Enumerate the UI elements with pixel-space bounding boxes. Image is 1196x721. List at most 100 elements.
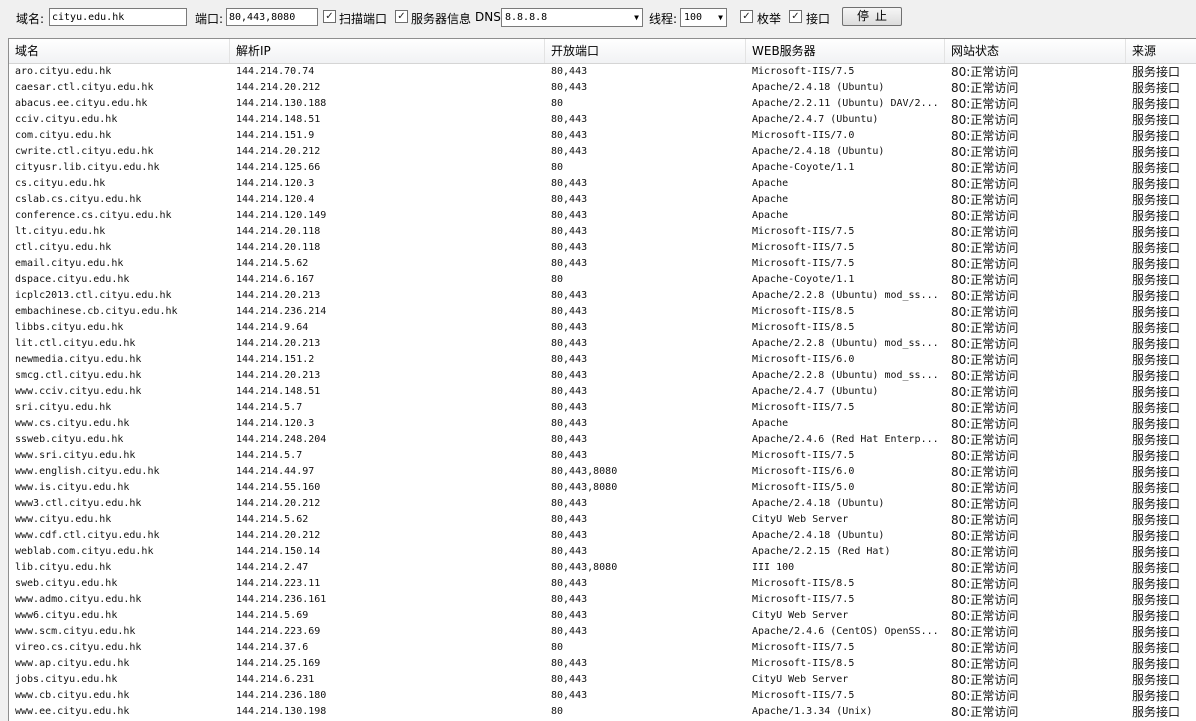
cell-status: 80:正常访问 [951,81,1019,95]
table-row[interactable]: weblab.com.cityu.edu.hk 144.214.150.14 80,… [9,544,1196,560]
table-row[interactable]: www.english.cityu.edu.hk 144.214.44.97 80,… [9,464,1196,480]
cell-ip: 144.214.5.62 [236,514,309,525]
server-info-checkbox[interactable]: ✓ [395,10,408,23]
table-row[interactable]: www.scm.cityu.edu.hk 144.214.223.69 80,443… [9,624,1196,640]
cell-ip: 144.214.5.7 [236,402,303,413]
cell-source: 服务接口 [1132,353,1181,367]
table-row[interactable]: sri.cityu.edu.hk 144.214.5.7 80,443 Microso… [9,400,1196,416]
column-header-web-server[interactable]: WEB服务器 [746,39,945,63]
cell-ip: 144.214.148.51 [236,386,321,397]
table-row[interactable]: newmedia.cityu.edu.hk 144.214.151.2 80,443… [9,352,1196,368]
cell-status: 80:正常访问 [951,593,1019,607]
cell-ip: 144.214.150.14 [236,546,321,557]
table-row[interactable]: www.cityu.edu.hk 144.214.5.62 80,443 CityU … [9,512,1196,528]
cell-web-server: Microsoft-IIS/7.5 [752,450,855,461]
table-row[interactable]: www3.ctl.cityu.edu.hk 144.214.20.212 80,44… [9,496,1196,512]
table-row[interactable]: www.cdf.ctl.cityu.edu.hk 144.214.20.212 80… [9,528,1196,544]
scan-ports-checkbox[interactable]: ✓ [323,10,336,23]
cell-status: 80:正常访问 [951,385,1019,399]
table-row[interactable]: lt.cityu.edu.hk 144.214.20.118 80,443 Micro… [9,224,1196,240]
domain-input[interactable] [49,8,187,26]
cell-status: 80:正常访问 [951,465,1019,479]
table-row[interactable]: dspace.cityu.edu.hk 144.214.6.167 80 Apache… [9,272,1196,288]
cell-web-server: CityU Web Server [752,610,849,621]
table-row[interactable]: ssweb.cityu.edu.hk 144.214.248.204 80,443 A… [9,432,1196,448]
table-row[interactable]: www.admo.cityu.edu.hk 144.214.236.161 80,4… [9,592,1196,608]
column-header-ports[interactable]: 开放端口 [545,39,746,63]
table-row[interactable]: cwrite.ctl.cityu.edu.hk 144.214.20.212 80,… [9,144,1196,160]
threads-select[interactable]: 100 ▼ [680,8,727,27]
table-row[interactable]: lib.cityu.edu.hk 144.214.2.47 80,443,8080 I… [9,560,1196,576]
table-row[interactable]: ctl.cityu.edu.hk 144.214.20.118 80,443 Micr… [9,240,1196,256]
cell-status: 80:正常访问 [951,241,1019,255]
table-row[interactable]: libbs.cityu.edu.hk 144.214.9.64 80,443 Micr… [9,320,1196,336]
cell-web-server: Apache/2.2.8 (Ubuntu) mod_ss... [752,290,939,301]
table-row[interactable]: sweb.cityu.edu.hk 144.214.223.11 80,443 Mic… [9,576,1196,592]
cell-source: 服务接口 [1132,593,1181,607]
table-row[interactable]: www.cb.cityu.edu.hk 144.214.236.180 80,443… [9,688,1196,704]
cell-domain: www.is.cityu.edu.hk [15,482,130,493]
table-row[interactable]: email.cityu.edu.hk 144.214.5.62 80,443 Micr… [9,256,1196,272]
cell-web-server: CityU Web Server [752,514,849,525]
cell-ports: 80,443 [551,386,588,397]
cell-web-server: Apache/2.2.15 (Red Hat) [752,546,891,557]
table-row[interactable]: smcg.ctl.cityu.edu.hk 144.214.20.213 80,44… [9,368,1196,384]
cell-web-server: Apache/2.2.11 (Ubuntu) DAV/2... [752,98,939,109]
cell-ports: 80,443 [551,370,588,381]
table-row[interactable]: www.is.cityu.edu.hk 144.214.55.160 80,443,… [9,480,1196,496]
table-row[interactable]: com.cityu.edu.hk 144.214.151.9 80,443 Micro… [9,128,1196,144]
table-row[interactable]: cslab.cs.cityu.edu.hk 144.214.120.4 80,443… [9,192,1196,208]
table-row[interactable]: www6.cityu.edu.hk 144.214.5.69 80,443 CityU… [9,608,1196,624]
column-header-domain[interactable]: 域名 [9,39,230,63]
cell-web-server: Microsoft-IIS/5.0 [752,482,855,493]
cell-domain: lib.cityu.edu.hk [15,562,112,573]
table-row[interactable]: abacus.ee.cityu.edu.hk 144.214.130.188 80 A… [9,96,1196,112]
cell-ip: 144.214.5.69 [236,610,309,621]
cell-domain: www.cciv.cityu.edu.hk [15,386,142,397]
table-row[interactable]: lit.ctl.cityu.edu.hk 144.214.20.213 80,443… [9,336,1196,352]
cell-source: 服务接口 [1132,97,1181,111]
threads-label: 线程: [649,12,678,26]
cell-status: 80:正常访问 [951,609,1019,623]
table-row[interactable]: conference.cs.cityu.edu.hk 144.214.120.14… [9,208,1196,224]
table-row[interactable]: www.cciv.cityu.edu.hk 144.214.148.51 80,44… [9,384,1196,400]
cell-source: 服务接口 [1132,513,1181,527]
stop-button[interactable]: 停止 [842,7,902,26]
api-checkbox[interactable]: ✓ [789,10,802,23]
column-header-ip[interactable]: 解析IP [230,39,545,63]
enum-checkbox[interactable]: ✓ [740,10,753,23]
column-header-status[interactable]: 网站状态 [945,39,1126,63]
table-row[interactable]: www.ee.cityu.edu.hk 144.214.130.198 80 Apac… [9,704,1196,720]
column-header-source[interactable]: 来源 [1126,39,1196,63]
cell-source: 服务接口 [1132,81,1181,95]
table-row[interactable]: www.cs.cityu.edu.hk 144.214.120.3 80,443 Ap… [9,416,1196,432]
cell-domain: www3.ctl.cityu.edu.hk [15,498,142,509]
table-row[interactable]: cciv.cityu.edu.hk 144.214.148.51 80,443 Apa… [9,112,1196,128]
table-row[interactable]: vireo.cs.cityu.edu.hk 144.214.37.6 80 Micro… [9,640,1196,656]
cell-source: 服务接口 [1132,177,1181,191]
table-body: aro.cityu.edu.hk 144.214.70.74 80,443 Micro… [9,64,1196,720]
table-row[interactable]: caesar.ctl.cityu.edu.hk 144.214.20.212 80,… [9,80,1196,96]
cell-status: 80:正常访问 [951,481,1019,495]
cell-domain: jobs.cityu.edu.hk [15,674,118,685]
cell-ports: 80,443 [551,338,588,349]
cell-source: 服务接口 [1132,401,1181,415]
table-row[interactable]: cs.cityu.edu.hk 144.214.120.3 80,443 Apache… [9,176,1196,192]
table-row[interactable]: jobs.cityu.edu.hk 144.214.6.231 80,443 City… [9,672,1196,688]
dns-select[interactable]: 8.8.8.8 ▼ [501,8,643,27]
table-row[interactable]: embachinese.cb.cityu.edu.hk 144.214.236.2… [9,304,1196,320]
table-row[interactable]: icplc2013.ctl.cityu.edu.hk 144.214.20.213… [9,288,1196,304]
cell-source: 服务接口 [1132,161,1181,175]
cell-web-server: Apache-Coyote/1.1 [752,274,855,285]
cell-web-server: Microsoft-IIS/7.5 [752,66,855,77]
cell-source: 服务接口 [1132,625,1181,639]
cell-domain: smcg.ctl.cityu.edu.hk [15,370,142,381]
table-row[interactable]: www.sri.cityu.edu.hk 144.214.5.7 80,443 Mic… [9,448,1196,464]
cell-status: 80:正常访问 [951,97,1019,111]
cell-domain: www6.cityu.edu.hk [15,610,118,621]
port-input[interactable] [226,8,318,26]
table-row[interactable]: aro.cityu.edu.hk 144.214.70.74 80,443 Micro… [9,64,1196,80]
table-row[interactable]: www.ap.cityu.edu.hk 144.214.25.169 80,443 M… [9,656,1196,672]
table-row[interactable]: cityusr.lib.cityu.edu.hk 144.214.125.66 80… [9,160,1196,176]
cell-source: 服务接口 [1132,657,1181,671]
